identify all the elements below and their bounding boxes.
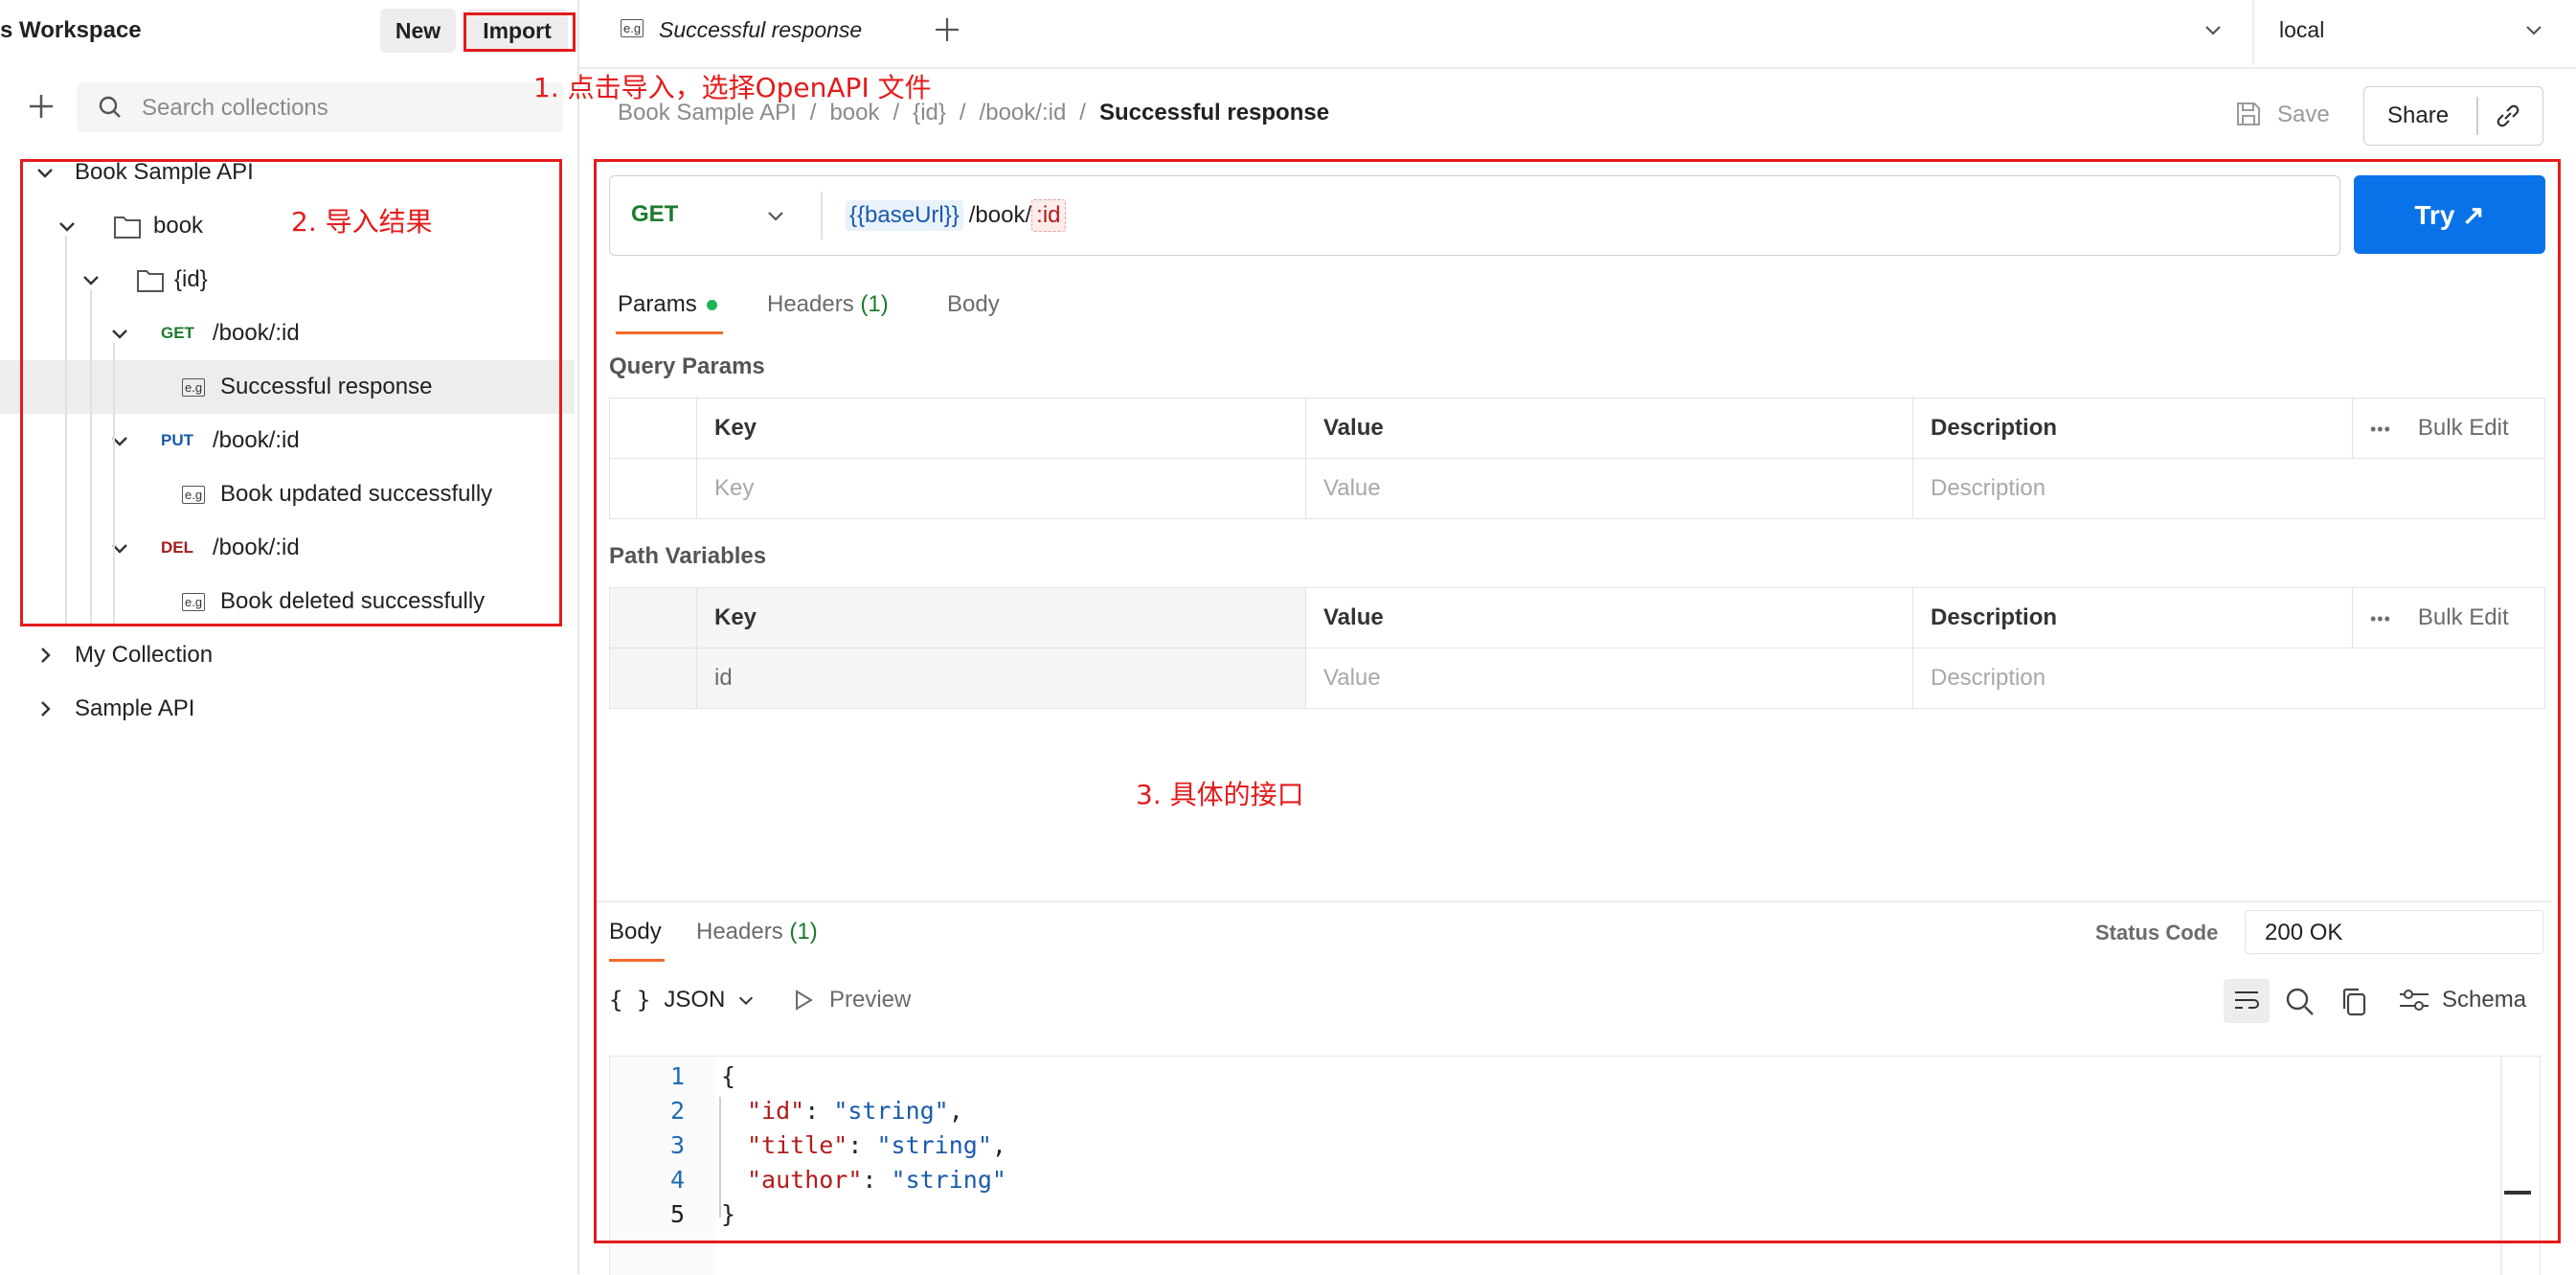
workspace-title[interactable]: s Workspace bbox=[0, 17, 142, 44]
tree-item-label: My Collection bbox=[75, 642, 214, 668]
api-highlight-box bbox=[594, 159, 2561, 1243]
tab-label: Successful response bbox=[659, 17, 863, 42]
tree-item-label: Sample API bbox=[75, 695, 195, 721]
share-group: Share bbox=[2363, 86, 2543, 146]
tree-item-sample-api[interactable]: Sample API bbox=[0, 682, 575, 736]
search-input[interactable]: Search collections bbox=[77, 82, 563, 132]
tabs-dropdown-icon[interactable] bbox=[2203, 19, 2224, 40]
save-icon bbox=[2237, 102, 2260, 125]
link-icon[interactable] bbox=[2493, 101, 2523, 131]
environment-label: local bbox=[2279, 17, 2325, 42]
import-highlight-box bbox=[463, 12, 576, 52]
example-icon: e.g bbox=[621, 19, 644, 37]
add-collection-icon[interactable] bbox=[27, 92, 56, 121]
new-tab-icon[interactable] bbox=[934, 16, 960, 43]
environment-select[interactable]: local bbox=[2279, 0, 2566, 65]
breadcrumb-item[interactable]: Book Sample API bbox=[618, 100, 797, 125]
share-button[interactable]: Share bbox=[2387, 102, 2449, 129]
breadcrumb-current: Successful response bbox=[1098, 100, 1330, 125]
breadcrumb-item[interactable]: book bbox=[829, 100, 879, 125]
search-icon bbox=[99, 96, 121, 118]
chevron-right-icon bbox=[41, 701, 51, 717]
save-label: Save bbox=[2277, 102, 2330, 127]
save-button[interactable]: Save bbox=[2234, 96, 2339, 134]
breadcrumb-item[interactable]: /book/:id bbox=[980, 100, 1067, 125]
breadcrumb-item[interactable]: {id} bbox=[913, 100, 946, 125]
divider bbox=[2252, 0, 2254, 65]
tab-successful-response[interactable]: e.g Successful response bbox=[594, 0, 893, 67]
sidebar: s Workspace New Import Search collection… bbox=[0, 0, 579, 1274]
tree-item-my-collection[interactable]: My Collection bbox=[0, 628, 575, 682]
new-button[interactable]: New bbox=[380, 9, 456, 53]
divider bbox=[2476, 97, 2478, 135]
chevron-right-icon bbox=[41, 648, 51, 663]
breadcrumb: Book Sample API / book / {id} //book/:id / Succ… bbox=[618, 100, 1330, 125]
search-placeholder: Search collections bbox=[142, 95, 328, 121]
annotation-result: 2. 导入结果 bbox=[291, 206, 433, 238]
chevron-down-icon bbox=[2526, 26, 2542, 35]
